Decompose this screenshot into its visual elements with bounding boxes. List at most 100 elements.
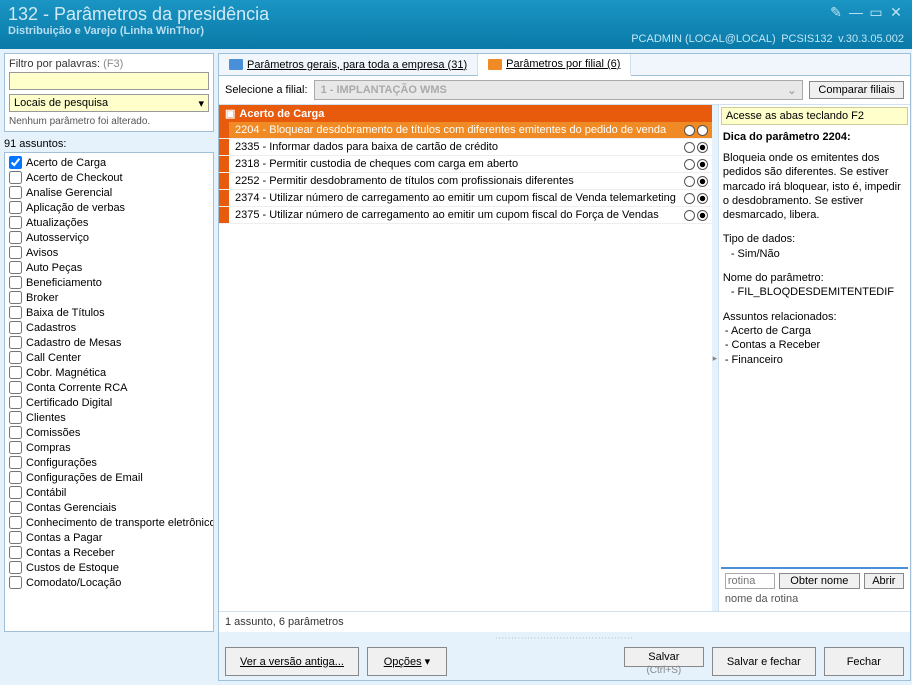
subject-checkbox[interactable] — [9, 321, 22, 334]
subject-checkbox[interactable] — [9, 561, 22, 574]
param-toggle[interactable] — [682, 208, 712, 223]
param-row[interactable]: 2252 - Permitir desdobramento de títulos… — [219, 173, 712, 190]
subject-checkbox[interactable] — [9, 216, 22, 229]
radio-off[interactable] — [684, 142, 695, 153]
param-toggle[interactable] — [682, 191, 712, 206]
subject-item[interactable]: Atualizações — [7, 215, 211, 230]
filial-select[interactable]: 1 - IMPLANTAÇÃO WMS⌄ — [314, 80, 804, 100]
subject-item[interactable]: Autosserviço — [7, 230, 211, 245]
options-button[interactable]: Opções ▾ — [367, 647, 447, 676]
subject-item[interactable]: Cobr. Magnética — [7, 365, 211, 380]
subject-checkbox[interactable] — [9, 576, 22, 589]
subject-checkbox[interactable] — [9, 186, 22, 199]
subject-checkbox[interactable] — [9, 261, 22, 274]
subject-item[interactable]: Conta Corrente RCA — [7, 380, 211, 395]
subject-item[interactable]: Broker — [7, 290, 211, 305]
close-button[interactable]: Fechar — [824, 647, 904, 676]
subject-item[interactable]: Aplicação de verbas — [7, 200, 211, 215]
subject-checkbox[interactable] — [9, 501, 22, 514]
subject-checkbox[interactable] — [9, 471, 22, 484]
radio-off[interactable] — [684, 210, 695, 221]
subject-checkbox[interactable] — [9, 516, 22, 529]
subject-item[interactable]: Clientes — [7, 410, 211, 425]
get-name-button[interactable]: Obter nome — [779, 573, 860, 589]
radio-on[interactable] — [697, 125, 708, 136]
subject-item[interactable]: Auto Peças — [7, 260, 211, 275]
subject-checkbox[interactable] — [9, 486, 22, 499]
subject-item[interactable]: Configurações — [7, 455, 211, 470]
subject-item[interactable]: Certificado Digital — [7, 395, 211, 410]
subject-item[interactable]: Comissões — [7, 425, 211, 440]
subject-item[interactable]: Compras — [7, 440, 211, 455]
subject-item[interactable]: Acerto de Checkout — [7, 170, 211, 185]
minimize-icon[interactable]: ― — [848, 4, 864, 21]
param-row[interactable]: 2318 - Permitir custodia de cheques com … — [219, 156, 712, 173]
filter-input[interactable] — [9, 72, 209, 90]
subject-checkbox[interactable] — [9, 366, 22, 379]
search-locations-dropdown[interactable]: Locais de pesquisa▾ — [9, 94, 209, 112]
splitter-horizontal[interactable]: ∙∙∙∙∙∙∙∙∙∙∙∙∙∙∙∙∙∙∙∙∙∙∙∙∙∙∙∙∙∙∙∙∙∙∙∙∙∙∙∙… — [219, 632, 910, 643]
radio-on[interactable] — [697, 210, 708, 221]
close-icon[interactable]: ✕ — [888, 4, 904, 21]
tab-general[interactable]: Parâmetros gerais, para toda a empresa (… — [219, 54, 478, 75]
subject-checkbox[interactable] — [9, 546, 22, 559]
subject-checkbox[interactable] — [9, 231, 22, 244]
subject-checkbox[interactable] — [9, 456, 22, 469]
radio-off[interactable] — [684, 125, 695, 136]
radio-on[interactable] — [697, 176, 708, 187]
subject-checkbox[interactable] — [9, 381, 22, 394]
maximize-icon[interactable]: ▭ — [868, 4, 884, 21]
radio-off[interactable] — [684, 159, 695, 170]
subject-checkbox[interactable] — [9, 426, 22, 439]
subject-item[interactable]: Avisos — [7, 245, 211, 260]
subject-checkbox[interactable] — [9, 171, 22, 184]
subject-checkbox[interactable] — [9, 201, 22, 214]
subject-item[interactable]: Baixa de Títulos — [7, 305, 211, 320]
param-toggle[interactable] — [682, 123, 712, 138]
open-routine-button[interactable]: Abrir — [864, 573, 904, 589]
param-toggle[interactable] — [682, 157, 712, 172]
subject-item[interactable]: Contas a Receber — [7, 545, 211, 560]
compare-branches-button[interactable]: Comparar filiais — [809, 81, 903, 99]
subject-checkbox[interactable] — [9, 336, 22, 349]
tab-branch[interactable]: Parâmetros por filial (6) — [478, 54, 631, 76]
subject-checkbox[interactable] — [9, 531, 22, 544]
param-row[interactable]: 2204 - Bloquear desdobramento de títulos… — [219, 122, 712, 139]
radio-on[interactable] — [697, 142, 708, 153]
subject-checkbox[interactable] — [9, 396, 22, 409]
subject-item[interactable]: Custos de Estoque — [7, 560, 211, 575]
param-toggle[interactable] — [682, 140, 712, 155]
subject-item[interactable]: Configurações de Email — [7, 470, 211, 485]
subject-checkbox[interactable] — [9, 156, 22, 169]
param-row[interactable]: 2335 - Informar dados para baixa de cart… — [219, 139, 712, 156]
param-toggle[interactable] — [682, 174, 712, 189]
param-row[interactable]: 2374 - Utilizar número de carregamento a… — [219, 190, 712, 207]
save-button[interactable]: Salvar — [624, 647, 704, 667]
params-list[interactable]: ▣ Acerto de Carga 2204 - Bloquear desdob… — [219, 105, 712, 611]
param-row[interactable]: 2375 - Utilizar número de carregamento a… — [219, 207, 712, 224]
subject-checkbox[interactable] — [9, 411, 22, 424]
subject-item[interactable]: Contas Gerenciais — [7, 500, 211, 515]
save-close-button[interactable]: Salvar e fechar — [712, 647, 816, 676]
subject-checkbox[interactable] — [9, 441, 22, 454]
old-version-button[interactable]: Ver a versão antiga... — [225, 647, 359, 676]
collapse-icon[interactable]: ▣ — [225, 107, 235, 120]
subject-item[interactable]: Cadastro de Mesas — [7, 335, 211, 350]
subject-checkbox[interactable] — [9, 276, 22, 289]
radio-on[interactable] — [697, 193, 708, 204]
subject-item[interactable]: Call Center — [7, 350, 211, 365]
subject-item[interactable]: Comodato/Locação — [7, 575, 211, 590]
radio-off[interactable] — [684, 193, 695, 204]
subject-checkbox[interactable] — [9, 306, 22, 319]
edit-icon[interactable]: ✎ — [828, 4, 844, 21]
routine-input[interactable] — [725, 573, 775, 589]
subject-checkbox[interactable] — [9, 351, 22, 364]
subject-item[interactable]: Acerto de Carga — [7, 155, 211, 170]
subject-item[interactable]: Conhecimento de transporte eletrônico — [7, 515, 211, 530]
radio-off[interactable] — [684, 176, 695, 187]
subject-item[interactable]: Cadastros — [7, 320, 211, 335]
radio-on[interactable] — [697, 159, 708, 170]
subject-item[interactable]: Beneficiamento — [7, 275, 211, 290]
subject-item[interactable]: Contábil — [7, 485, 211, 500]
group-header[interactable]: ▣ Acerto de Carga — [219, 105, 712, 122]
